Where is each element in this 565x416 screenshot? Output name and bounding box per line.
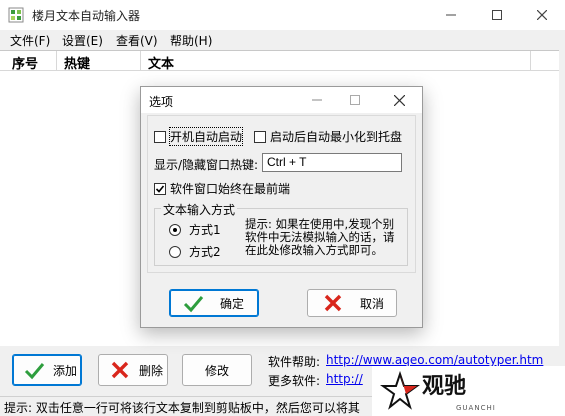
column-text[interactable]: 文本: [148, 53, 174, 72]
auto-start-box[interactable]: [154, 130, 166, 143]
modify-button[interactable]: 修改: [182, 354, 252, 386]
title-bar: 楼月文本自动输入器: [0, 0, 565, 30]
dialog-minimize-button[interactable]: [298, 87, 336, 113]
window-title: 楼月文本自动输入器: [32, 9, 141, 23]
dialog-options-panel: 开机自动启动 启动后自动最小化到托盘 显示/隐藏窗口热键: Ctrl + T 软…: [147, 115, 416, 273]
watermark-logo: 观驰 GUANCHI: [372, 366, 565, 416]
input-mode-group: 文本输入方式 方式1 方式2 提示: 如果在使用中,发现个别 软件中无法模拟输入…: [154, 201, 408, 266]
input-mode-hint: 提示: 如果在使用中,发现个别 软件中无法模拟输入的话，请 在此处修改输入方式即…: [245, 218, 395, 257]
close-icon: [393, 94, 405, 106]
dialog-maximize-button[interactable]: [336, 87, 374, 113]
check-icon: [24, 363, 45, 380]
column-hotkey[interactable]: 热键: [64, 53, 90, 72]
cancel-x-icon: [324, 294, 342, 312]
minimize-tray-box[interactable]: [254, 130, 266, 143]
topmost-checkbox[interactable]: 软件窗口始终在最前端: [154, 180, 290, 197]
column-divider[interactable]: [530, 51, 531, 71]
delete-button[interactable]: 删除: [98, 354, 168, 386]
menu-bar: 文件(F) 设置(E) 查看(V) 帮助(H): [0, 30, 565, 50]
mode2-radio[interactable]: 方式2: [169, 243, 221, 260]
mode1-label: 方式1: [189, 223, 221, 237]
star-logo-icon: [380, 370, 420, 410]
modify-button-label: 修改: [204, 363, 229, 378]
app-icon: [8, 7, 24, 23]
topmost-label: 软件窗口始终在最前端: [170, 182, 291, 196]
software-help-label: 软件帮助:: [268, 355, 321, 369]
minimize-tray-label: 启动后自动最小化到托盘: [270, 130, 403, 144]
watermark-brand: 观驰: [422, 374, 467, 399]
mode1-radio-dot[interactable]: [169, 223, 181, 236]
column-index[interactable]: 序号: [12, 53, 38, 72]
hint-line: 在此处修改输入方式即可。: [245, 243, 383, 257]
hotkey-label: 显示/隐藏窗口热键:: [154, 158, 259, 172]
watermark-sub: GUANCHI: [456, 404, 496, 412]
mode1-radio[interactable]: 方式1: [169, 221, 221, 238]
maximize-button[interactable]: [474, 0, 520, 30]
auto-start-label: 开机自动启动: [168, 127, 244, 146]
column-divider[interactable]: [140, 51, 141, 71]
hotkey-input[interactable]: Ctrl + T: [262, 153, 402, 172]
list-header: 序号 热键 文本: [0, 51, 559, 72]
minimize-icon: [446, 14, 456, 16]
options-dialog: 选项 开机自动启动 启动后自动最小化到托盘 显示/隐藏窗口热键: Ctrl + …: [140, 86, 423, 328]
software-help-link[interactable]: http://www.aqeo.com/autotyper.htm: [326, 353, 543, 367]
checkmark-icon: [155, 184, 165, 193]
topmost-box[interactable]: [154, 182, 166, 195]
menu-file[interactable]: 文件(F): [10, 32, 50, 49]
mode2-label: 方式2: [189, 245, 221, 259]
maximize-icon: [350, 95, 360, 105]
delete-button-label: 删除: [139, 363, 164, 378]
maximize-icon: [492, 10, 502, 20]
more-software-link[interactable]: http://: [326, 372, 363, 386]
dialog-title: 选项: [149, 95, 174, 109]
close-button[interactable]: [519, 0, 565, 30]
more-software-label: 更多软件:: [268, 374, 321, 388]
dialog-title-bar: 选项: [141, 87, 422, 113]
minimize-icon: [312, 99, 322, 101]
cancel-button-label: 取消: [360, 296, 385, 311]
add-button[interactable]: 添加: [12, 354, 82, 386]
column-divider[interactable]: [56, 51, 57, 71]
ok-button[interactable]: 确定: [169, 289, 259, 317]
input-mode-group-label: 文本输入方式: [161, 201, 238, 218]
menu-view[interactable]: 查看(V): [116, 32, 158, 49]
cancel-button[interactable]: 取消: [307, 289, 397, 317]
ok-button-label: 确定: [220, 296, 245, 311]
auto-start-checkbox[interactable]: 开机自动启动: [154, 127, 244, 146]
minimize-tray-checkbox[interactable]: 启动后自动最小化到托盘: [254, 128, 402, 145]
delete-x-icon: [111, 361, 129, 379]
mode2-radio-dot[interactable]: [169, 245, 181, 258]
menu-help[interactable]: 帮助(H): [170, 32, 212, 49]
dialog-close-button[interactable]: [380, 87, 418, 113]
minimize-button[interactable]: [428, 0, 474, 30]
close-icon: [537, 10, 547, 20]
check-icon: [183, 296, 204, 313]
add-button-label: 添加: [53, 363, 78, 378]
menu-settings[interactable]: 设置(E): [62, 32, 103, 49]
status-text: 提示: 双击任意一行可将该行文本复制到剪贴板中，然后您可以将其: [4, 401, 360, 415]
